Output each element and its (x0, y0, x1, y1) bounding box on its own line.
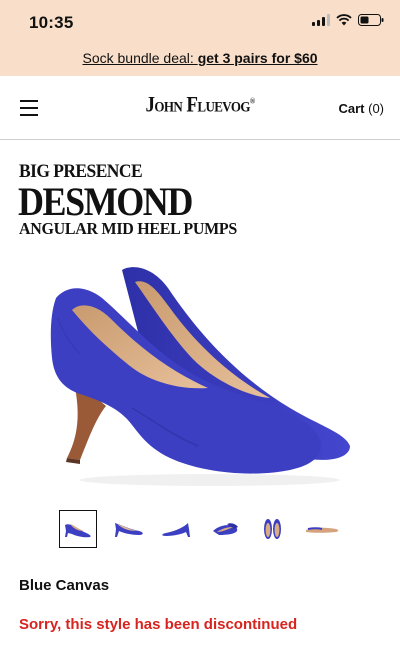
thumbnail-4[interactable] (205, 510, 243, 548)
battery-icon (358, 14, 384, 26)
promo-text[interactable]: Sock bundle deal: (82, 50, 197, 66)
thumbnail-6[interactable] (303, 510, 341, 548)
cart-label: Cart (338, 101, 365, 116)
wifi-icon (336, 14, 352, 26)
promo-offer[interactable]: get 3 pairs for $60 (198, 50, 318, 66)
product-image[interactable] (40, 258, 365, 498)
thumbnail-5[interactable] (254, 510, 292, 548)
site-header: John Fluevog® Cart (0) (0, 76, 400, 140)
promo-banner[interactable]: Sock bundle deal: get 3 pairs for $60 (0, 50, 400, 66)
signal-icon (312, 14, 330, 26)
thumbnail-2[interactable] (109, 510, 147, 548)
cart-link[interactable]: Cart (0) (338, 101, 384, 116)
product-title: DESMOND (18, 179, 193, 224)
status-bar: 10:35 (0, 0, 400, 46)
thumbnail-3[interactable] (156, 510, 194, 548)
product-subtitle: ANGULAR MID HEEL PUMPS (19, 219, 237, 238)
status-time: 10:35 (29, 13, 74, 32)
cart-count: (0) (368, 101, 384, 116)
status-icons (312, 14, 384, 26)
thumbnail-1[interactable] (59, 510, 97, 548)
product-color: Blue Canvas (19, 577, 110, 594)
logo-text: John Fluevog (145, 93, 251, 118)
availability-message: Sorry, this style has been discontinued (19, 616, 298, 633)
thumbnail-strip (59, 510, 349, 548)
